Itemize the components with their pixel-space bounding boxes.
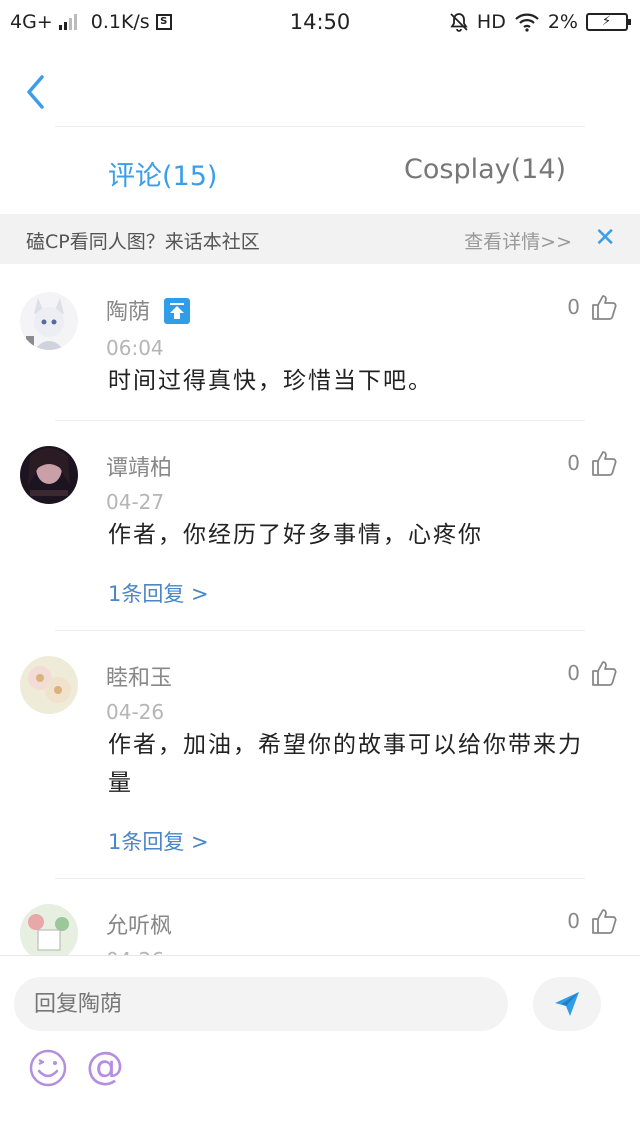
banner-close-button[interactable]: ✕ xyxy=(594,224,616,252)
chevron-left-icon xyxy=(27,75,44,109)
comment-text: 时间过得真快，珍惜当下吧。 xyxy=(108,368,433,394)
reply-input[interactable] xyxy=(14,977,508,1031)
like-control[interactable]: 0 xyxy=(567,906,620,936)
like-control[interactable]: 0 xyxy=(567,658,620,688)
comment-item: 陶荫 06:04 时间过得真快，珍惜当下吧。 0 xyxy=(0,284,640,420)
mention-button[interactable]: @ xyxy=(86,1044,124,1088)
comment-date: 06:04 xyxy=(106,336,164,360)
paper-plane-icon xyxy=(555,992,579,1016)
status-bar-right: HD 2% ⚡ xyxy=(449,11,631,33)
like-count: 0 xyxy=(567,909,580,933)
comment-item: 睦和玉 04-26 作者，加油，希望你的故事可以给你带来力量 1条回复 > 0 xyxy=(0,646,640,876)
thumbs-up-icon[interactable] xyxy=(590,906,620,936)
battery-percent: 2% xyxy=(547,11,578,33)
comment-text: 作者，加油，希望你的故事可以给你带来力量 xyxy=(108,732,583,796)
comment-author[interactable]: 睦和玉 xyxy=(106,660,172,692)
upload-badge-icon xyxy=(164,298,191,324)
banner-detail-link[interactable]: 查看详情>> xyxy=(464,227,572,254)
header-divider xyxy=(55,126,585,127)
comment-author[interactable]: 允听枫 xyxy=(106,908,172,940)
tab-comments[interactable]: 评论(15) xyxy=(108,154,217,193)
comment-author[interactable]: 陶荫 xyxy=(106,294,191,326)
comment-date: 04-26 xyxy=(106,948,164,955)
comment-date: 04-26 xyxy=(106,700,165,724)
comment-author-name[interactable]: 陶荫 xyxy=(106,300,150,325)
comment-item: 允听枫 04-26 0 xyxy=(0,894,640,955)
back-button[interactable] xyxy=(22,72,52,112)
avatar[interactable] xyxy=(20,446,78,504)
promo-banner[interactable]: 磕CP看同人图？来话本社区 查看详情>> ✕ xyxy=(0,214,640,264)
tab-cosplay[interactable]: Cosplay(14) xyxy=(404,154,566,185)
mute-bell-icon xyxy=(450,13,468,32)
comment-divider xyxy=(55,878,585,879)
banner-text: 磕CP看同人图？来话本社区 xyxy=(26,231,260,253)
comment-date: 04-27 xyxy=(106,490,165,514)
wifi-icon xyxy=(515,13,539,32)
status-bar: 4G+ 0.1K/s S 14:50 HD 2% ⚡ xyxy=(0,0,640,44)
thumbs-up-icon[interactable] xyxy=(590,292,620,322)
comment-author[interactable]: 谭靖柏 xyxy=(106,450,172,482)
like-control[interactable]: 0 xyxy=(567,292,620,322)
smiley-icon xyxy=(29,1049,67,1087)
like-count: 0 xyxy=(567,295,580,319)
avatar[interactable] xyxy=(20,904,78,955)
avatar[interactable] xyxy=(20,656,78,714)
avatar[interactable] xyxy=(20,292,78,350)
send-button[interactable] xyxy=(533,977,601,1031)
like-count: 0 xyxy=(567,661,580,685)
like-control[interactable]: 0 xyxy=(567,448,620,478)
thumbs-up-icon[interactable] xyxy=(590,448,620,478)
emoji-button[interactable] xyxy=(28,1048,68,1088)
hd-label: HD xyxy=(476,11,506,33)
comment-text: 作者，你经历了好多事情，心疼你 xyxy=(108,522,483,548)
reply-bar: @ xyxy=(0,955,640,1138)
reply-count-link[interactable]: 1条回复 > xyxy=(108,578,209,608)
comment-item: 谭靖柏 04-27 作者，你经历了好多事情，心疼你 1条回复 > 0 xyxy=(0,436,640,626)
comment-divider xyxy=(55,630,585,631)
comment-divider xyxy=(55,420,585,421)
thumbs-up-icon[interactable] xyxy=(590,658,620,688)
reply-count-link[interactable]: 1条回复 > xyxy=(108,826,209,856)
like-count: 0 xyxy=(567,451,580,475)
battery-icon: ⚡ xyxy=(586,13,631,31)
